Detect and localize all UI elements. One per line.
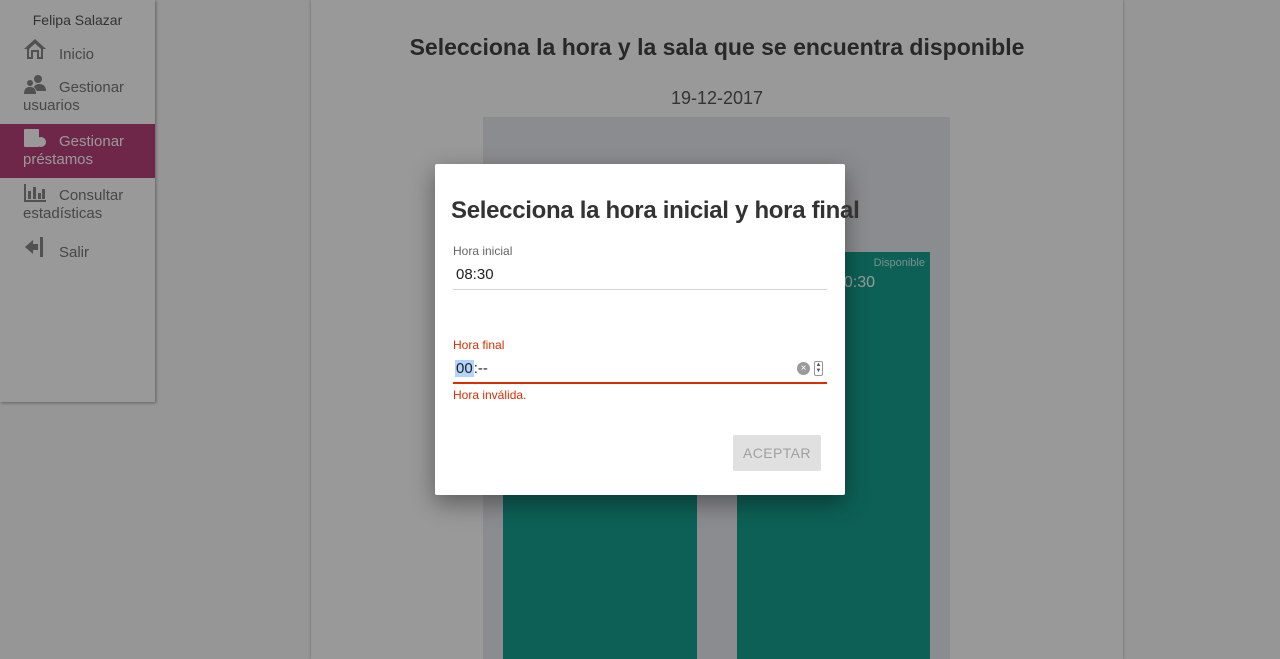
end-time-label: Hora final (453, 338, 505, 352)
end-time-rest: :-- (473, 360, 488, 377)
start-time-value: 08:30 (456, 266, 494, 283)
error-message: Hora inválida. (453, 388, 527, 402)
spinner-icon[interactable]: ▲ ▼ (814, 361, 823, 376)
end-time-input[interactable]: 00:-- × ▲ ▼ (453, 354, 827, 384)
start-time-input[interactable]: 08:30 (453, 260, 827, 290)
end-time-field: Hora final 00:-- × ▲ ▼ (453, 338, 827, 384)
start-time-label: Hora inicial (453, 244, 513, 258)
dialog-title: Selecciona la hora inicial y hora final (451, 197, 860, 224)
start-time-field: Hora inicial 08:30 (453, 244, 827, 290)
accept-button[interactable]: ACEPTAR (733, 435, 821, 471)
time-select-dialog: Selecciona la hora inicial y hora final … (435, 164, 860, 495)
end-time-hours[interactable]: 00 (455, 360, 474, 377)
clear-icon[interactable]: × (797, 362, 810, 375)
